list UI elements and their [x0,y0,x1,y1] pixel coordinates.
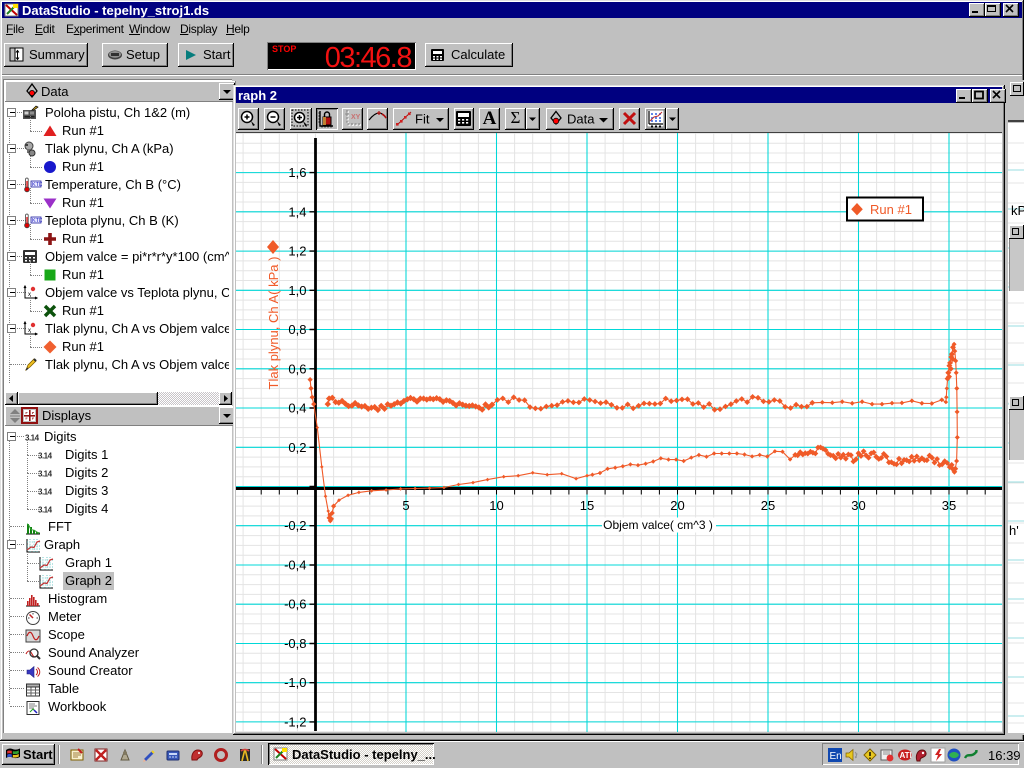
svg-text:-0,2: -0,2 [284,518,306,533]
svg-text:0,4: 0,4 [288,401,306,416]
svg-text:KTD: KTD [32,182,42,188]
svg-text:3.14: 3.14 [38,452,53,461]
svg-text:Data: Data [567,112,595,127]
svg-text:1,4: 1,4 [288,204,306,219]
svg-text:0,2: 0,2 [288,440,306,455]
svg-text:10: 10 [489,498,503,513]
svg-text:20: 20 [670,498,684,513]
svg-text:35: 35 [942,498,956,513]
svg-text:kP: kP [1011,203,1024,218]
svg-text:5: 5 [402,498,409,513]
svg-text:3.14: 3.14 [38,488,53,497]
svg-text:-0,4: -0,4 [284,558,306,573]
svg-text:Tlak plynu, Ch A( kPa ): Tlak plynu, Ch A( kPa ) [266,257,281,390]
svg-text:-1,0: -1,0 [284,675,306,690]
svg-text:KTD: KTD [32,218,42,224]
svg-text:15: 15 [580,498,594,513]
svg-text:XY: XY [351,114,361,121]
svg-text:1,6: 1,6 [288,165,306,180]
svg-text:Fit: Fit [415,112,430,127]
svg-text:Objem valce( cm^3 ): Objem valce( cm^3 ) [603,518,713,532]
svg-text:25: 25 [761,498,775,513]
svg-text:3.14: 3.14 [38,470,53,479]
svg-text:-0,6: -0,6 [284,597,306,612]
svg-text:ATI: ATI [900,751,912,760]
svg-text:3.14: 3.14 [38,506,53,515]
svg-text:En: En [830,751,842,762]
svg-text:1,0: 1,0 [288,283,306,298]
svg-text:0,6: 0,6 [288,361,306,376]
svg-text:-0,8: -0,8 [284,636,306,651]
svg-text:-1,2: -1,2 [284,714,306,729]
svg-text:0,8: 0,8 [288,322,306,337]
svg-text:1,2: 1,2 [288,244,306,259]
svg-text:h': h' [1009,523,1019,538]
svg-text:Run #1: Run #1 [870,202,912,217]
svg-text:30: 30 [851,498,865,513]
